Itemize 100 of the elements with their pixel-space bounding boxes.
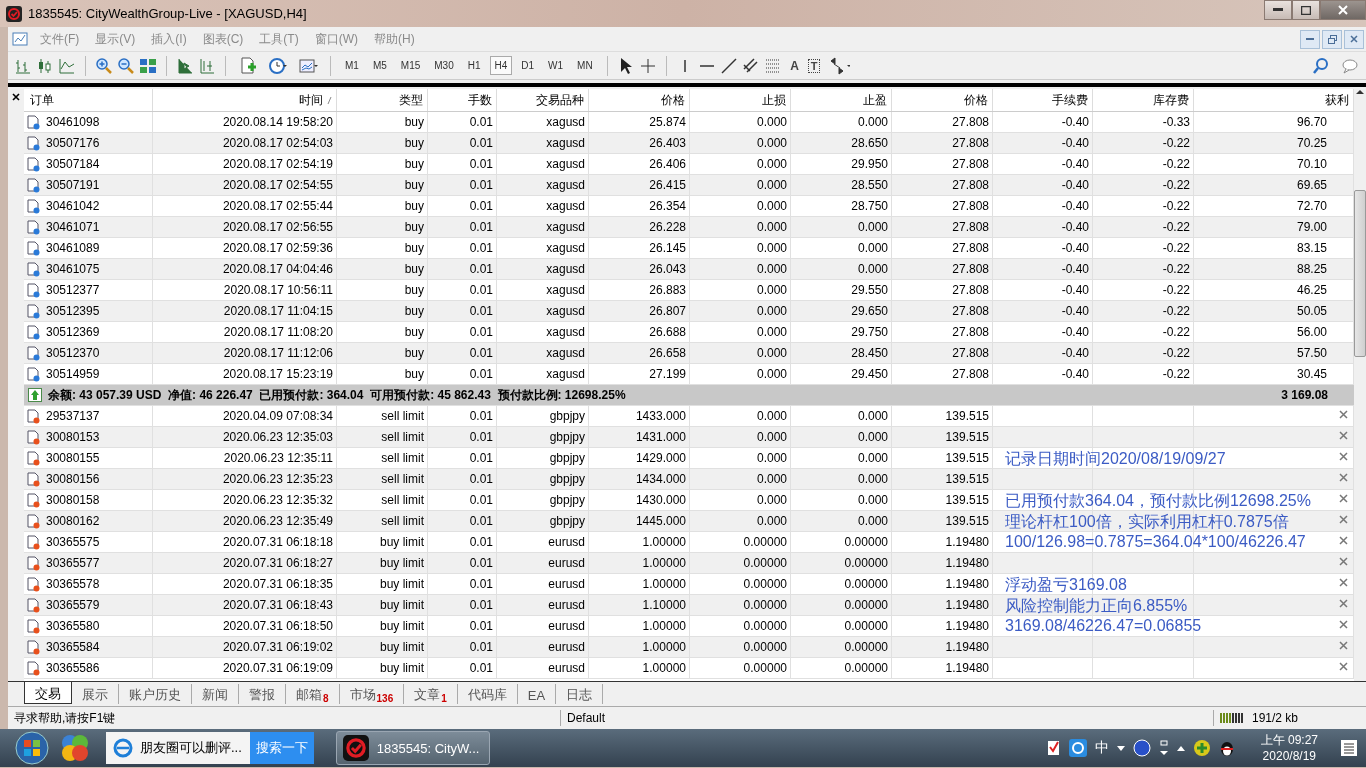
candlestick-icon[interactable]	[36, 56, 54, 75]
timeframe-button[interactable]: H4	[489, 56, 513, 75]
panel-tab[interactable]: 账户历史	[119, 684, 192, 704]
timeframe-button[interactable]: W1	[543, 56, 569, 75]
order-icon	[27, 198, 41, 214]
search-icon[interactable]	[1312, 56, 1330, 75]
clock-date[interactable]: 2020/8/19	[1262, 748, 1316, 764]
trendline-icon[interactable]	[719, 56, 738, 75]
panel-tab[interactable]: 代码库	[457, 684, 518, 704]
table-cell: 28.750	[851, 199, 888, 213]
table-cell: -0.22	[1162, 136, 1190, 150]
table-cell: 56.00	[1296, 325, 1327, 339]
autoscroll-icon[interactable]	[176, 56, 194, 75]
minimize-button[interactable]	[1300, 29, 1320, 49]
order-icon	[27, 639, 41, 655]
restore-button[interactable]	[1322, 29, 1342, 49]
column-header[interactable]: 订单	[24, 89, 153, 111]
column-header[interactable]: 手续费	[993, 89, 1093, 111]
text-tool[interactable]: A	[785, 58, 804, 73]
column-header[interactable]: 类型	[337, 89, 428, 111]
zoom-in-icon[interactable]	[95, 56, 113, 75]
label-tool[interactable]: T	[807, 58, 821, 73]
table-cell: -0.22	[1162, 346, 1190, 360]
panel-tab[interactable]: 交易	[24, 682, 72, 704]
table-cell: eurusd	[548, 661, 585, 675]
close-button[interactable]	[1320, 0, 1366, 20]
table-cell: xagusd	[546, 199, 585, 213]
status-traffic: 191/2 kb	[1251, 710, 1300, 726]
tile-windows-icon[interactable]	[139, 56, 157, 75]
timeframe-button[interactable]: D1	[516, 56, 540, 75]
scroll-up-icon[interactable]	[1356, 89, 1364, 95]
app-tray-icon[interactable]	[1068, 739, 1087, 757]
timeframe-button[interactable]: M1	[340, 56, 364, 75]
column-header[interactable]: 手数	[428, 89, 497, 111]
column-header[interactable]: 止盈	[791, 89, 892, 111]
panel-tab[interactable]: 警报	[239, 684, 286, 704]
close-button[interactable]	[1344, 29, 1364, 49]
caret-icon[interactable]	[1176, 745, 1185, 751]
taskbar-app-button[interactable]: 1835545: CityW...	[335, 731, 491, 765]
timeframe-button[interactable]: H1	[462, 56, 486, 75]
status-help: 寻求帮助,请按F1键	[8, 710, 561, 726]
column-header[interactable]: 价格	[892, 89, 993, 111]
order-icon	[27, 618, 41, 634]
table-cell: 30461071	[46, 220, 100, 234]
table-cell: 0.00000	[844, 556, 888, 570]
column-header[interactable]: 价格	[589, 89, 690, 111]
close-icon[interactable]	[12, 91, 20, 103]
table-cell: gbpjpy	[549, 430, 585, 444]
maximize-button[interactable]	[1292, 0, 1320, 20]
table-cell: -0.22	[1162, 199, 1190, 213]
scrollbar-thumb[interactable]	[1354, 190, 1366, 357]
table-cell: sell limit	[381, 409, 424, 423]
table-cell: 27.808	[952, 157, 989, 171]
table-cell: -0.40	[1061, 262, 1089, 276]
table-cell: 1430.000	[635, 493, 686, 507]
table-cell: 139.515	[945, 472, 989, 486]
table-cell: 1431.000	[635, 430, 686, 444]
table-cell: 0.00000	[743, 619, 787, 633]
table-cell: 0.000	[857, 115, 888, 129]
panel-tab[interactable]: 新闻	[192, 684, 239, 704]
panel-tab[interactable]: 日志	[556, 684, 604, 704]
column-header[interactable]: 交易品种	[497, 89, 589, 111]
plus-icon[interactable]	[1192, 739, 1211, 757]
table-cell: 0.01	[469, 262, 493, 276]
table-cell: 96.70	[1296, 115, 1327, 129]
table-cell: 29537137	[46, 409, 100, 423]
zoom-out-icon[interactable]	[117, 56, 135, 75]
timeframe-button[interactable]: M30	[429, 56, 459, 75]
panel-tab[interactable]: 展示	[72, 684, 119, 704]
table-cell: 2020.06.23 12:35:32	[222, 493, 333, 507]
table-cell: 0.01	[469, 661, 493, 675]
balance-icon	[28, 388, 42, 402]
table-cell: 2020.08.17 10:56:11	[223, 283, 333, 297]
table-cell: 0.00000	[844, 535, 888, 549]
show-desktop-icon[interactable]	[1340, 739, 1358, 757]
start-button[interactable]	[14, 730, 50, 766]
table-cell: 0.000	[756, 283, 787, 297]
table-cell: 0.000	[756, 430, 787, 444]
column-header[interactable]: 止损	[690, 89, 791, 111]
channel-icon[interactable]	[741, 56, 760, 75]
table-cell: -0.40	[1061, 199, 1089, 213]
table-cell: 28.450	[851, 346, 888, 360]
table-cell: -0.22	[1162, 304, 1190, 318]
document-icon[interactable]	[1046, 740, 1061, 756]
table-cell: 0.000	[756, 367, 787, 381]
column-header[interactable]: 库存费	[1093, 89, 1194, 111]
timeframe-button[interactable]: MN	[572, 56, 598, 75]
table-cell: 1429.000	[635, 451, 686, 465]
line-chart-icon[interactable]	[58, 56, 76, 75]
chart-window-icon[interactable]	[12, 31, 28, 47]
caret-icon[interactable]	[1116, 745, 1125, 751]
panel-tab[interactable]: EA	[517, 684, 557, 704]
minimize-button[interactable]	[1264, 0, 1292, 20]
table-cell: xagusd	[546, 220, 585, 234]
input-method[interactable]: 中	[1094, 739, 1109, 757]
clock-time[interactable]: 上午 09:27	[1260, 732, 1318, 748]
column-header[interactable]: 时间	[153, 89, 337, 111]
timeframe-button[interactable]: M5	[367, 56, 392, 75]
browser-search-bar[interactable]: 朋友圈可以删评... 搜索一下	[106, 732, 314, 764]
timeframe-button[interactable]: M15	[395, 56, 426, 75]
